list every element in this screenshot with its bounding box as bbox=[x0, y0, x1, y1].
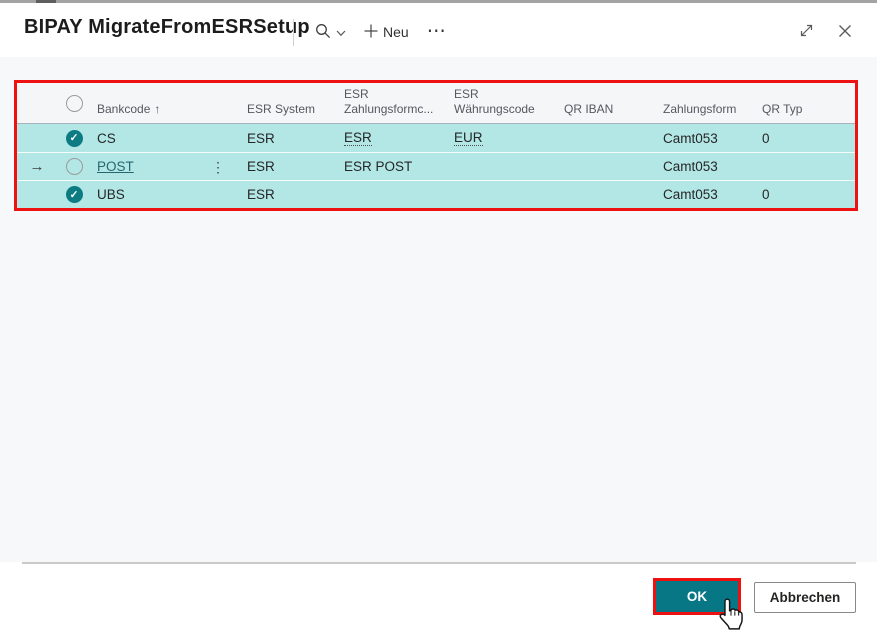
plus-icon bbox=[364, 24, 378, 41]
new-button-label: Neu bbox=[383, 24, 409, 40]
checked-circle-icon: ✓ bbox=[66, 186, 83, 203]
expand-icon bbox=[798, 22, 815, 42]
column-header-bankcode[interactable]: Bankcode ↑ bbox=[91, 83, 241, 123]
cell-esr-system: ESR bbox=[241, 181, 338, 208]
sort-ascending-icon: ↑ bbox=[154, 102, 160, 116]
column-header-esr-system[interactable]: ESR System bbox=[241, 83, 338, 123]
cell-esr-waehrungscode: EUR bbox=[448, 124, 558, 152]
column-header-label: Zahlungsform bbox=[663, 102, 736, 117]
cell-bankcode: CS bbox=[91, 124, 241, 152]
table-row[interactable]: ✓ UBS ESR Camt053 0 bbox=[17, 180, 855, 208]
table-row[interactable]: → POST ⋮ ESR ESR POST Camt053 bbox=[17, 152, 855, 180]
search-button[interactable] bbox=[306, 18, 355, 47]
cell-esr-zahlungsform bbox=[338, 181, 448, 208]
dialog-header: BIPAY MigrateFromESRSetup Neu ⋯ bbox=[0, 3, 877, 57]
select-all-circle-icon bbox=[66, 95, 83, 112]
cell-qr-iban bbox=[558, 181, 657, 208]
close-button[interactable] bbox=[835, 21, 855, 44]
row-options-icon[interactable]: ⋮ bbox=[211, 160, 225, 174]
column-header-zahlungsform[interactable]: Zahlungsform bbox=[657, 83, 756, 123]
row-checkbox[interactable]: ✓ bbox=[57, 124, 91, 152]
column-header-label: ESR System bbox=[247, 102, 315, 117]
cancel-button[interactable]: Abbrechen bbox=[754, 582, 856, 613]
column-header-label: QR IBAN bbox=[564, 102, 613, 117]
row-checkbox[interactable]: ✓ bbox=[57, 181, 91, 208]
search-icon bbox=[315, 23, 331, 42]
close-icon bbox=[837, 23, 853, 42]
row-marker-cell bbox=[17, 124, 57, 152]
dialog-content: Bankcode ↑ ESR System ESR Zahlungsformc..… bbox=[0, 57, 877, 562]
unchecked-circle-icon bbox=[66, 158, 83, 175]
cell-esr-zahlungsform: ESR bbox=[338, 124, 448, 152]
column-header-qr-typ[interactable]: QR Typ bbox=[756, 83, 855, 123]
cell-esr-waehrungscode bbox=[448, 181, 558, 208]
select-all-checkbox[interactable] bbox=[57, 83, 91, 123]
cell-qr-iban bbox=[558, 153, 657, 180]
new-button[interactable]: Neu bbox=[355, 19, 418, 46]
cell-qr-typ: 0 bbox=[756, 124, 855, 152]
cell-zahlungsform: Camt053 bbox=[657, 124, 756, 152]
more-options-button[interactable]: ⋯ bbox=[418, 22, 456, 42]
column-header-esr-waehrungscode[interactable]: ESR Währungscode bbox=[448, 83, 558, 123]
bankcode-link[interactable]: POST bbox=[97, 159, 134, 174]
expand-button[interactable] bbox=[796, 20, 817, 44]
column-header-label: QR Typ bbox=[762, 102, 802, 117]
cell-qr-typ: 0 bbox=[756, 181, 855, 208]
footer-divider bbox=[22, 562, 856, 564]
cell-esr-zahlungsform: ESR POST bbox=[338, 153, 448, 180]
ellipsis-icon: ⋯ bbox=[427, 27, 447, 37]
cell-zahlungsform: Camt053 bbox=[657, 153, 756, 180]
current-row-marker-icon: → bbox=[17, 153, 57, 180]
cell-qr-iban bbox=[558, 124, 657, 152]
column-header-esr-zahlungsform[interactable]: ESR Zahlungsformc... bbox=[338, 83, 448, 123]
annotation-box-table: Bankcode ↑ ESR System ESR Zahlungsformc..… bbox=[14, 80, 858, 211]
window-controls bbox=[796, 20, 855, 44]
row-marker-cell bbox=[17, 181, 57, 208]
toolbar: Neu ⋯ bbox=[293, 17, 456, 47]
cell-bankcode: UBS bbox=[91, 181, 241, 208]
header-marker-spacer bbox=[17, 83, 57, 123]
ok-button[interactable]: OK bbox=[656, 581, 738, 612]
row-checkbox[interactable] bbox=[57, 153, 91, 180]
column-header-label: Bankcode bbox=[97, 102, 150, 116]
annotation-box-ok: OK bbox=[653, 578, 741, 615]
column-header-label: ESR Zahlungsformc... bbox=[344, 87, 440, 117]
toolbar-divider bbox=[293, 19, 294, 46]
dialog-footer: OK Abbrechen bbox=[0, 562, 877, 636]
table-header-row: Bankcode ↑ ESR System ESR Zahlungsformc..… bbox=[17, 83, 855, 124]
cell-esr-waehrungscode bbox=[448, 153, 558, 180]
check-icon: ✓ bbox=[70, 189, 79, 201]
checked-circle-icon: ✓ bbox=[66, 130, 83, 147]
cell-esr-system: ESR bbox=[241, 124, 338, 152]
cell-zahlungsform: Camt053 bbox=[657, 181, 756, 208]
check-icon: ✓ bbox=[70, 132, 79, 144]
chevron-down-icon bbox=[336, 24, 346, 40]
table-row[interactable]: ✓ CS ESR ESR EUR Camt053 0 bbox=[17, 124, 855, 152]
cell-qr-typ bbox=[756, 153, 855, 180]
column-header-label: ESR Währungscode bbox=[454, 87, 550, 117]
cell-esr-system: ESR bbox=[241, 153, 338, 180]
page-title: BIPAY MigrateFromESRSetup bbox=[24, 16, 310, 39]
cell-bankcode: POST ⋮ bbox=[91, 153, 241, 180]
column-header-qr-iban[interactable]: QR IBAN bbox=[558, 83, 657, 123]
